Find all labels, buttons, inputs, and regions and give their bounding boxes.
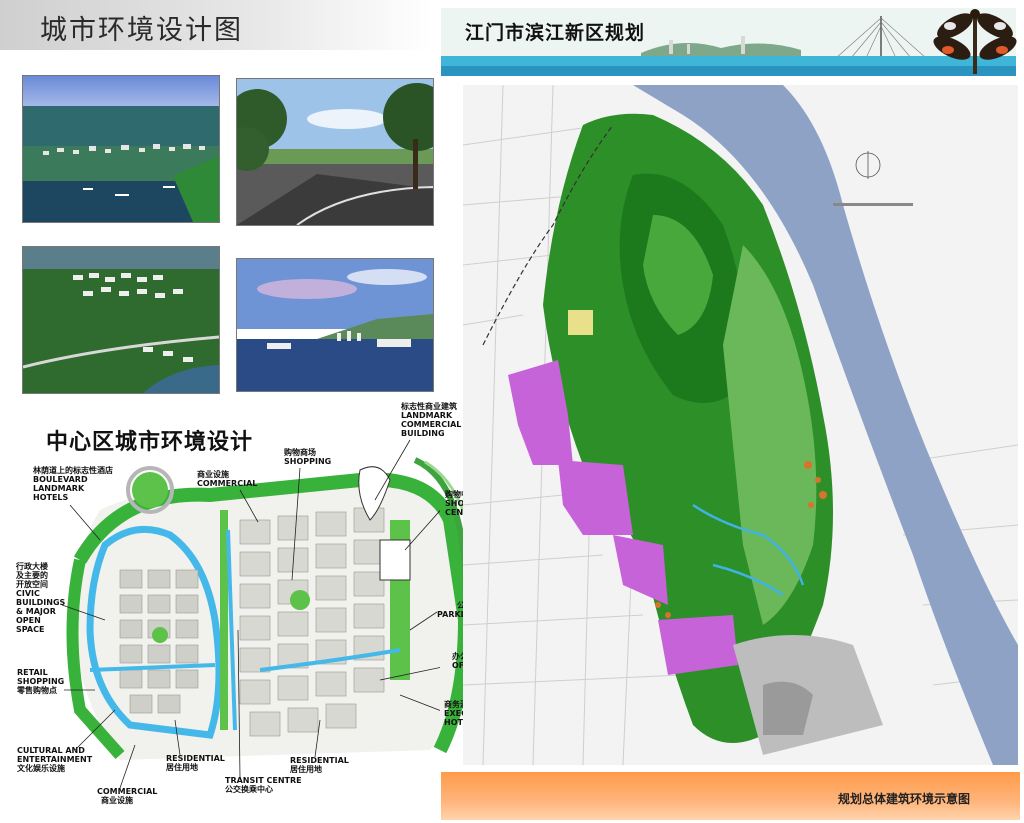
master-plan-map bbox=[463, 85, 1018, 765]
label-leader-lines bbox=[61, 439, 440, 789]
dragonfly-icon bbox=[930, 4, 1020, 86]
project-title: 江门市滨江新区规划 bbox=[465, 22, 646, 44]
footer-caption: 规划总体建筑环境示意图 bbox=[838, 792, 971, 806]
